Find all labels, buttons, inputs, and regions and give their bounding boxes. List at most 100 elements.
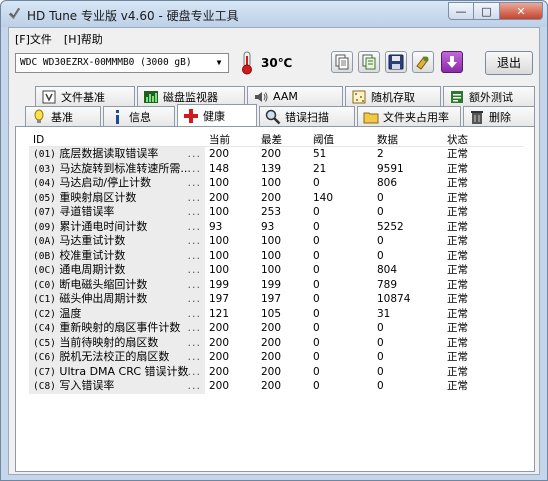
current-value: 197 — [209, 293, 230, 305]
attribute-cell: (09) 累计通电时间计数... — [29, 219, 205, 234]
tab-extra-tests[interactable]: 额外测试 — [443, 86, 535, 106]
worst-value: 199 — [261, 278, 282, 291]
attribute-name: 磁头伸出周期计数 — [59, 292, 148, 305]
current-value: 200 — [209, 322, 230, 334]
data-value: 0 — [377, 191, 384, 204]
random-access-icon — [352, 90, 366, 103]
table-row[interactable]: (07) 寻道错误率... 100 253 0 0 正常 — [29, 205, 523, 220]
maximize-icon: □ — [481, 4, 492, 18]
tab-folder-usage[interactable]: 文件夹占用率 — [357, 106, 461, 126]
ellipsis-dots: ... — [187, 292, 201, 305]
attribute-code: (09) — [33, 221, 56, 233]
menu-help[interactable]: [H]帮助 — [58, 28, 109, 48]
attribute-code: (C0) — [33, 279, 56, 291]
drive-select[interactable]: WDC WD30EZRX-00MMMB0 (3000 gB) ▼ — [15, 53, 229, 73]
column-header-status[interactable]: 状态 — [443, 133, 503, 146]
tab-aam[interactable]: AAM — [247, 86, 343, 106]
table-row[interactable]: (C6) 脱机无法校正的扇区数... 200 200 0 0 正常 — [29, 350, 523, 365]
ellipsis-dots: ... — [187, 248, 201, 262]
smart-table: ID 当前 最差 阈值 数据 状态 (01) 底层数据读取错误率... 200 20… — [29, 133, 523, 394]
exit-button[interactable]: 退出 — [485, 51, 533, 75]
table-row[interactable]: (01) 底层数据读取错误率... 200 200 51 2 正常 — [29, 147, 523, 162]
table-row[interactable]: (C7) Ultra DMA CRC 错误计数... 200 200 0 0 正常 — [29, 364, 523, 379]
ellipsis-dots: ... — [187, 205, 201, 218]
status-value: 正常 — [447, 191, 468, 204]
tab-label: 随机存取 — [371, 90, 415, 104]
window-controls: — □ ✕ — [448, 2, 543, 20]
title-bar[interactable]: HD Tune 专业版 v4.60 - 硬盘专业工具 — □ ✕ — [1, 1, 547, 27]
threshold-value: 0 — [313, 365, 320, 378]
attribute-cell: (C6) 脱机无法校正的扇区数... — [29, 350, 205, 365]
table-row[interactable]: (C5) 当前待映射的扇区数... 200 200 0 0 正常 — [29, 335, 523, 350]
save-button[interactable] — [385, 51, 407, 73]
tab-benchmark[interactable]: 基准 — [25, 106, 101, 126]
attribute-code: (C5) — [33, 337, 56, 349]
copy-button[interactable] — [331, 51, 353, 73]
erase-icon — [471, 110, 483, 124]
ellipsis-dots: ... — [187, 306, 201, 320]
data-value: 0 — [377, 235, 384, 247]
table-row[interactable]: (09) 累计通电时间计数... 93 93 0 5252 正常 — [29, 219, 523, 234]
tab-info[interactable]: 信息 — [103, 106, 175, 126]
table-row[interactable]: (0C) 通电周期计数... 100 100 0 804 正常 — [29, 263, 523, 278]
tab-disk-monitor[interactable]: 磁盘监视器 — [137, 86, 245, 106]
worst-value: 105 — [261, 307, 282, 320]
table-row[interactable]: (05) 重映射扇区计数... 200 200 140 0 正常 — [29, 190, 523, 205]
copy-all-button[interactable] — [358, 51, 380, 73]
menu-file[interactable]: [F]文件 — [9, 28, 58, 48]
threshold-value: 0 — [313, 336, 320, 349]
current-value: 100 — [209, 249, 230, 262]
tab-error-scan[interactable]: 错误扫描 — [259, 106, 355, 126]
attribute-name: 脱机无法校正的扇区数 — [59, 350, 170, 363]
column-header-current[interactable]: 当前 — [205, 133, 257, 146]
current-value: 200 — [209, 191, 230, 204]
tab-label: 健康 — [203, 109, 225, 123]
table-row[interactable]: (C4) 重新映射的扇区事件计数... 200 200 0 0 正常 — [29, 321, 523, 336]
maximize-button[interactable]: □ — [474, 2, 500, 20]
table-row[interactable]: (03) 马达旋转到标准转速所需...... 148 139 21 9591 正常 — [29, 161, 523, 176]
table-row[interactable]: (0B) 校准重试计数... 100 100 0 0 正常 — [29, 248, 523, 263]
column-header-id[interactable]: ID — [29, 133, 205, 146]
tab-label: 文件夹占用率 — [383, 110, 449, 124]
table-row[interactable]: (C2) 温度... 121 105 0 31 正常 — [29, 306, 523, 321]
tab-random-access[interactable]: 随机存取 — [345, 86, 441, 106]
download-button[interactable] — [441, 51, 463, 73]
table-row[interactable]: (04) 马达启动/停止计数... 100 100 0 806 正常 — [29, 176, 523, 191]
save-icon — [388, 54, 404, 70]
threshold-value: 0 — [313, 278, 320, 291]
ellipsis-dots: ... — [187, 263, 201, 276]
tab-label: 基准 — [51, 110, 73, 124]
table-row[interactable]: (C8) 写入错误率... 200 200 0 0 正常 — [29, 379, 523, 394]
column-header-data[interactable]: 数据 — [373, 133, 443, 146]
file-benchmark-icon — [42, 90, 56, 103]
options-icon — [416, 56, 429, 70]
close-button[interactable]: ✕ — [500, 2, 543, 20]
tab-erase[interactable]: 删除 — [463, 106, 535, 126]
attribute-code: (0C) — [33, 265, 56, 276]
attribute-name: 重映射扇区计数 — [59, 190, 137, 204]
threshold-value: 0 — [313, 206, 320, 218]
ellipsis-dots: ... — [187, 350, 201, 363]
table-row[interactable]: (C1) 磁头伸出周期计数... 197 197 0 10874 正常 — [29, 292, 523, 307]
column-header-threshold[interactable]: 阈值 — [309, 133, 373, 146]
ellipsis-dots: ... — [187, 364, 201, 378]
options-button[interactable] — [412, 51, 434, 73]
threshold-value: 0 — [313, 380, 320, 392]
column-header-worst[interactable]: 最差 — [257, 133, 309, 146]
minimize-button[interactable]: — — [448, 2, 474, 20]
error-scan-icon — [265, 109, 281, 124]
data-value: 0 — [377, 336, 384, 349]
current-value: 200 — [209, 148, 230, 160]
threshold-value: 51 — [313, 148, 327, 160]
attribute-name: 马达启动/停止计数 — [59, 176, 152, 189]
tab-health[interactable]: 健康 — [177, 104, 257, 126]
health-panel: ID 当前 最差 阈值 数据 状态 (01) 底层数据读取错误率... 200 20… — [15, 126, 535, 472]
tab-file-benchmark[interactable]: 文件基准 — [35, 86, 135, 106]
copy-icon — [335, 54, 349, 70]
threshold-value: 21 — [313, 162, 327, 175]
status-value: 正常 — [447, 336, 468, 349]
worst-value: 100 — [261, 264, 282, 276]
table-row[interactable]: (0A) 马达重试计数... 100 100 0 0 正常 — [29, 234, 523, 249]
table-row[interactable]: (C0) 断电磁头缩回计数... 199 199 0 789 正常 — [29, 277, 523, 292]
attribute-name: 马达重试计数 — [59, 234, 126, 247]
